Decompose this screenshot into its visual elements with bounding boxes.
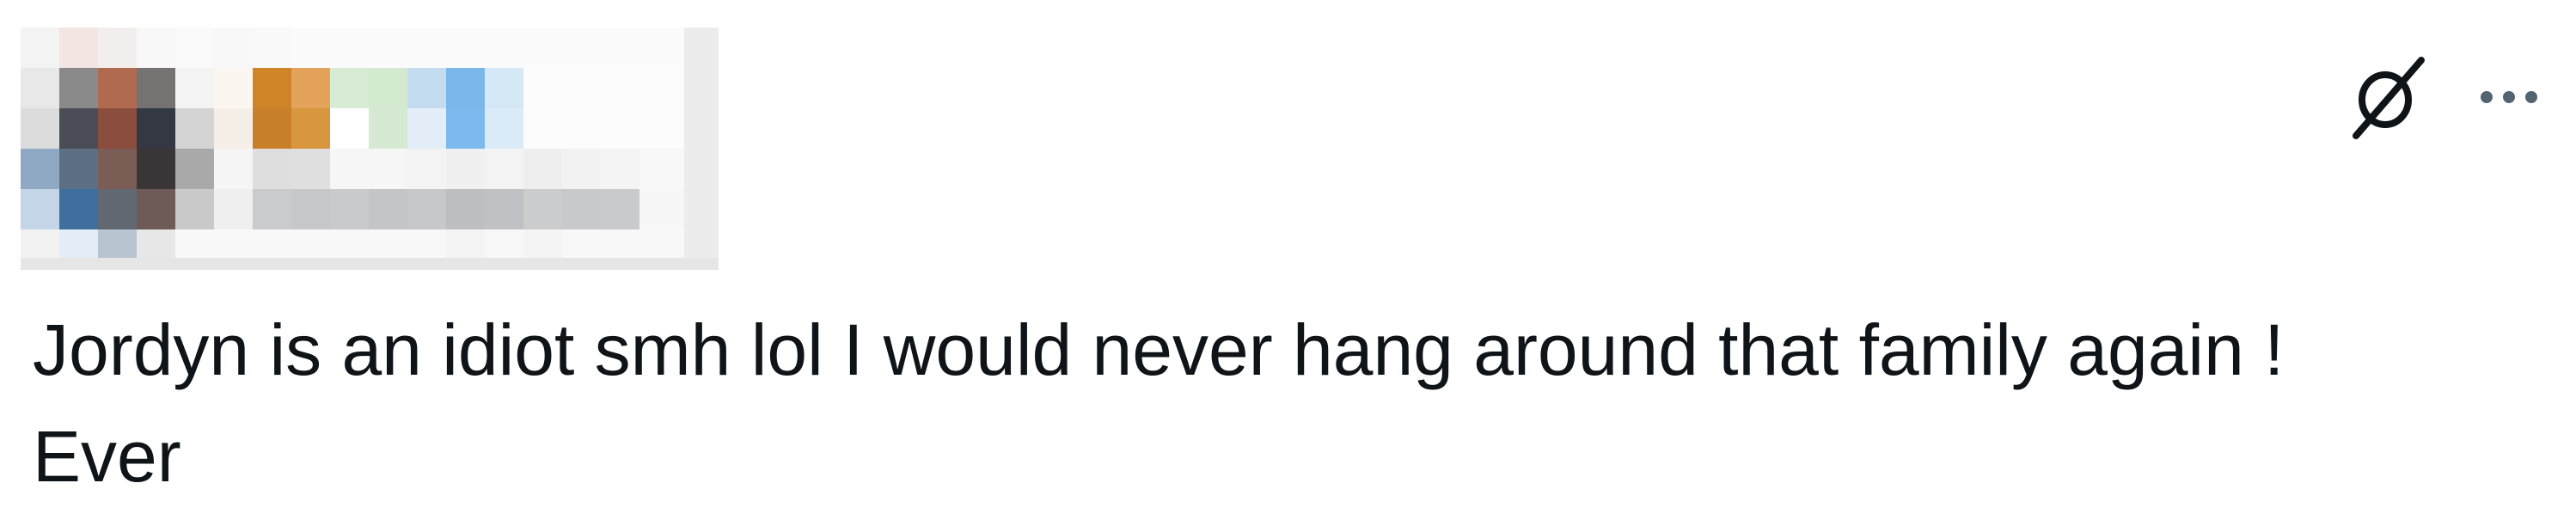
grok-icon[interactable] (2347, 52, 2426, 143)
tweet-card[interactable]: Jordyn is an idiot smh lol I would never… (0, 0, 2576, 532)
pixelated-edge-bottom (21, 258, 719, 270)
tweet-text-line: Ever (33, 416, 181, 497)
tweet-actions (2347, 52, 2543, 143)
more-options-icon[interactable] (2475, 80, 2543, 114)
pixelated-edge-right (684, 28, 719, 270)
more-dot (2481, 91, 2493, 103)
tweet-text-line: Jordyn is an idiot smh lol I would never… (33, 309, 2285, 390)
pixelated-author-area (21, 28, 717, 270)
redacted-author-header (21, 28, 719, 270)
tweet-text: Jordyn is an idiot smh lol I would never… (33, 297, 2525, 510)
more-dot (2503, 91, 2515, 103)
more-dot (2525, 91, 2537, 103)
